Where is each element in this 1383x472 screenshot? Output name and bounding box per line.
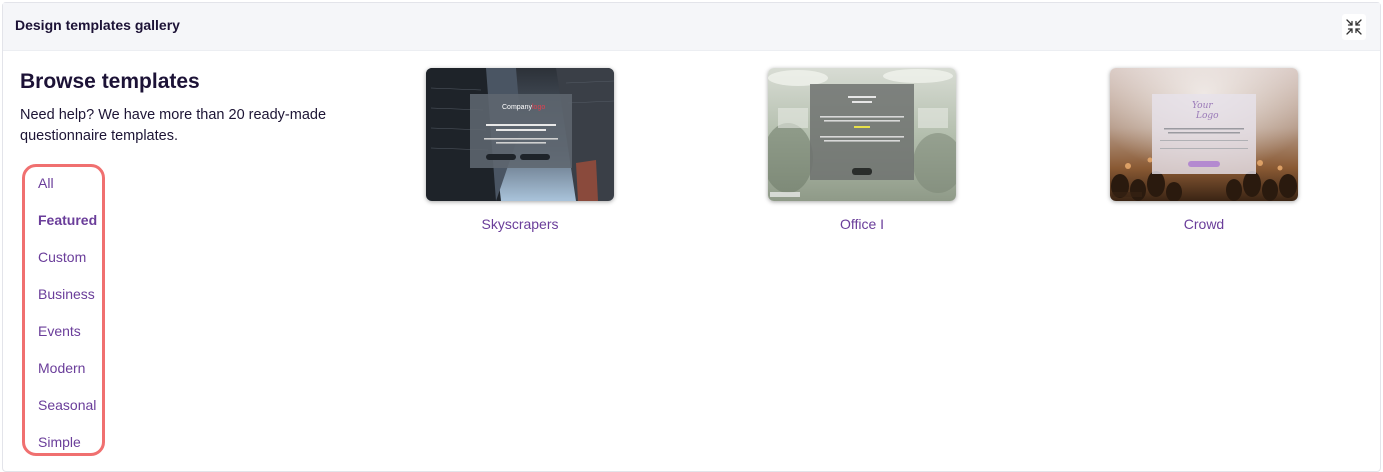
- template-name-skyscrapers[interactable]: Skyscrapers: [426, 216, 614, 232]
- category-list: All Featured Custom Business Events Mode…: [22, 164, 105, 456]
- help-text: Need help? We have more than 20 ready-ma…: [20, 107, 327, 144]
- category-all[interactable]: All: [38, 175, 54, 191]
- category-simple[interactable]: Simple: [38, 434, 81, 450]
- template-card: Company logo Skyscrapers: [426, 68, 614, 232]
- category-modern[interactable]: Modern: [38, 360, 85, 376]
- template-thumbnail-office[interactable]: [768, 68, 956, 201]
- category-custom[interactable]: Custom: [38, 249, 86, 265]
- panel-title: Design templates gallery: [15, 17, 180, 33]
- template-name-office[interactable]: Office I: [768, 216, 956, 232]
- svg-text:Company: Company: [502, 104, 532, 111]
- svg-text:Your: Your: [1192, 101, 1213, 111]
- template-thumbnail-crowd[interactable]: Your Logo: [1110, 68, 1298, 201]
- panel-header: Design templates gallery: [3, 3, 1380, 51]
- category-business[interactable]: Business: [38, 286, 95, 302]
- category-events[interactable]: Events: [38, 323, 81, 339]
- browse-templates-heading: Browse templates: [20, 70, 200, 93]
- template-thumbnail-skyscrapers[interactable]: Company logo: [426, 68, 614, 201]
- template-card: Office I: [768, 68, 956, 232]
- template-name-crowd[interactable]: Crowd: [1110, 216, 1298, 232]
- template-card: Your Logo Crowd: [1110, 68, 1298, 232]
- collapse-button[interactable]: [1342, 14, 1366, 40]
- category-featured[interactable]: Featured: [38, 212, 97, 228]
- svg-text:Logo: Logo: [1195, 111, 1219, 121]
- svg-text:logo: logo: [532, 104, 545, 111]
- collapse-arrows-icon: [1346, 19, 1362, 35]
- category-seasonal[interactable]: Seasonal: [38, 397, 96, 413]
